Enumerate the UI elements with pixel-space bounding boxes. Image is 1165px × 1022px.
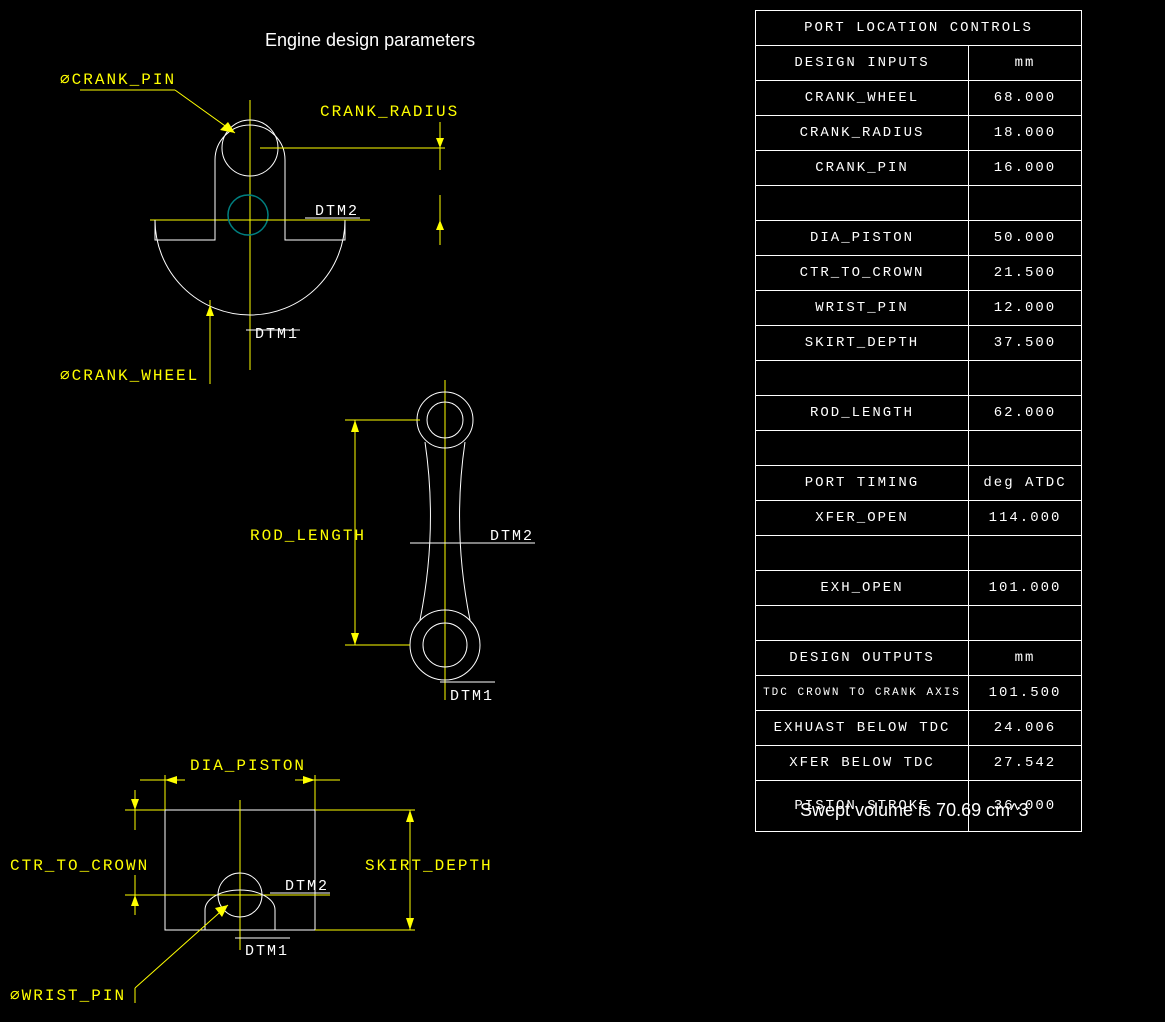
param-name: SKIRT_DEPTH	[756, 326, 969, 361]
dia-piston-label: DIA_PISTON	[190, 757, 306, 775]
table-row	[756, 361, 1082, 396]
svg-text:⌀CRANK_PIN: ⌀CRANK_PIN	[60, 71, 176, 89]
crank-radius-label: CRANK_RADIUS	[320, 103, 459, 121]
table-row	[756, 186, 1082, 221]
table-header: PORT LOCATION CONTROLS	[756, 11, 1082, 46]
param-value: 62.000	[969, 396, 1082, 431]
param-value: 18.000	[969, 116, 1082, 151]
crank-pin-label: CRANK_PIN	[72, 71, 176, 89]
skirt-depth-label: SKIRT_DEPTH	[365, 857, 493, 875]
param-value	[969, 606, 1082, 641]
table-row: DIA_PISTON50.000	[756, 221, 1082, 256]
param-name: DIA_PISTON	[756, 221, 969, 256]
param-value	[969, 186, 1082, 221]
param-value: 68.000	[969, 81, 1082, 116]
param-value: 50.000	[969, 221, 1082, 256]
crank-wheel-label: CRANK_WHEEL	[72, 367, 200, 385]
param-value: 37.500	[969, 326, 1082, 361]
param-name	[756, 536, 969, 571]
cad-drawing-page: Engine design parameters ⌀CRANK_PIN CRAN…	[0, 0, 1165, 1022]
wrist-pin-label: WRIST_PIN	[22, 987, 126, 1005]
param-value: 101.000	[969, 571, 1082, 606]
param-value	[969, 536, 1082, 571]
param-value	[969, 431, 1082, 466]
param-name: EXH_OPEN	[756, 571, 969, 606]
piston-drawing: DIA_PISTON CTR_TO_CROWN SKIRT_DEPTH DTM2…	[10, 750, 570, 1020]
port-location-table: PORT LOCATION CONTROLS DESIGN INPUTSmmCR…	[755, 10, 1082, 832]
page-title: Engine design parameters	[265, 30, 475, 51]
param-name: ROD_LENGTH	[756, 396, 969, 431]
table-row: EXHUAST BELOW TDC24.006	[756, 711, 1082, 746]
dtm2-label: DTM2	[315, 203, 359, 220]
table-row: TDC CROWN TO CRANK AXIS101.500	[756, 676, 1082, 711]
rod-dtm1: DTM1	[450, 688, 494, 705]
param-name: CRANK_RADIUS	[756, 116, 969, 151]
param-name: XFER_OPEN	[756, 501, 969, 536]
param-name: CRANK_PIN	[756, 151, 969, 186]
dia-sym: ⌀	[60, 71, 72, 89]
table-row	[756, 536, 1082, 571]
table-row: WRIST_PIN12.000	[756, 291, 1082, 326]
rod-drawing: ROD_LENGTH DTM2 DTM1	[250, 360, 670, 740]
param-name: CTR_TO_CROWN	[756, 256, 969, 291]
table-row: PORT TIMINGdeg ATDC	[756, 466, 1082, 501]
table-row: SKIRT_DEPTH37.500	[756, 326, 1082, 361]
table-row	[756, 606, 1082, 641]
rod-length-label: ROD_LENGTH	[250, 527, 366, 545]
param-value: 24.006	[969, 711, 1082, 746]
param-name: XFER BELOW TDC	[756, 746, 969, 781]
param-value: deg ATDC	[969, 466, 1082, 501]
param-value: 16.000	[969, 151, 1082, 186]
svg-text:⌀WRIST_PIN: ⌀WRIST_PIN	[10, 987, 126, 1005]
table-row: XFER BELOW TDC27.542	[756, 746, 1082, 781]
table-row: ROD_LENGTH62.000	[756, 396, 1082, 431]
param-name	[756, 361, 969, 396]
param-name: EXHUAST BELOW TDC	[756, 711, 969, 746]
param-value: 12.000	[969, 291, 1082, 326]
ctr-to-crown-label: CTR_TO_CROWN	[10, 857, 149, 875]
param-name: TDC CROWN TO CRANK AXIS	[756, 676, 969, 711]
table-row: CRANK_PIN16.000	[756, 151, 1082, 186]
param-value	[969, 361, 1082, 396]
rod-dtm2: DTM2	[490, 528, 534, 545]
param-value: 114.000	[969, 501, 1082, 536]
param-name: DESIGN OUTPUTS	[756, 641, 969, 676]
param-name	[756, 431, 969, 466]
param-value: 21.500	[969, 256, 1082, 291]
param-name: PORT TIMING	[756, 466, 969, 501]
param-name: WRIST_PIN	[756, 291, 969, 326]
swept-volume-caption: Swept volume is 70.69 cm^3	[800, 800, 1029, 821]
table-row: CRANK_WHEEL68.000	[756, 81, 1082, 116]
table-row: DESIGN OUTPUTSmm	[756, 641, 1082, 676]
param-name: DESIGN INPUTS	[756, 46, 969, 81]
table-row: CRANK_RADIUS18.000	[756, 116, 1082, 151]
param-name	[756, 186, 969, 221]
table-row: EXH_OPEN101.000	[756, 571, 1082, 606]
param-value: 27.542	[969, 746, 1082, 781]
table-row: XFER_OPEN114.000	[756, 501, 1082, 536]
svg-text:⌀CRANK_WHEEL: ⌀CRANK_WHEEL	[60, 367, 199, 385]
param-value: mm	[969, 46, 1082, 81]
param-name	[756, 606, 969, 641]
dtm1-label: DTM1	[255, 326, 299, 343]
param-name: CRANK_WHEEL	[756, 81, 969, 116]
param-value: 101.500	[969, 676, 1082, 711]
table-row: CTR_TO_CROWN21.500	[756, 256, 1082, 291]
piston-dtm2: DTM2	[285, 878, 329, 895]
table-row: DESIGN INPUTSmm	[756, 46, 1082, 81]
piston-dtm1: DTM1	[245, 943, 289, 960]
param-value: mm	[969, 641, 1082, 676]
table-row	[756, 431, 1082, 466]
